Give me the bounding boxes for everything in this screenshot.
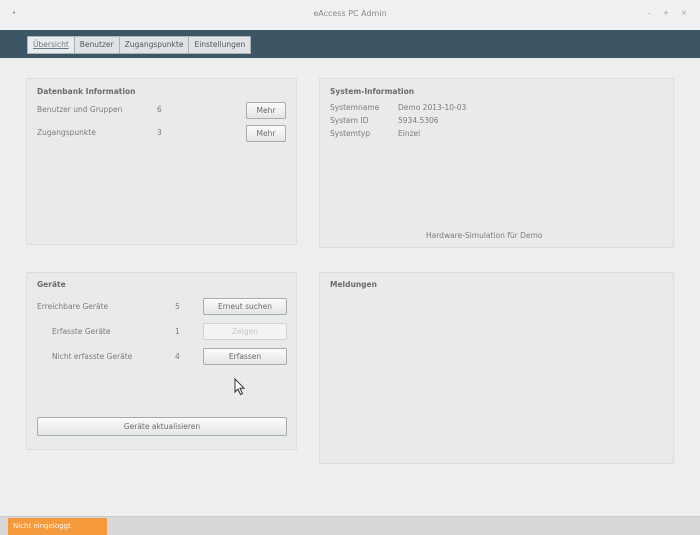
window-controls[interactable]: – + × (647, 9, 692, 17)
db-access-points-label: Zugangspunkte (37, 128, 96, 137)
system-name-value: Demo 2013-10-03 (398, 103, 467, 112)
title-bar: • eAccess PC Admin – + × (0, 0, 700, 30)
system-id-label: System ID (330, 116, 369, 125)
messages-title: Meldungen (330, 280, 377, 289)
db-users-count: 6 (157, 105, 162, 114)
mouse-cursor-icon (234, 378, 246, 396)
tab-settings[interactable]: Einstellungen (189, 37, 250, 53)
db-info-panel: Datenbank Information Benutzer und Grupp… (26, 78, 297, 245)
unregistered-devices-label: Nicht erfasste Geräte (52, 352, 133, 361)
tab-users[interactable]: Benutzer (75, 37, 120, 53)
system-info-panel: System-Information Systemname Demo 2013-… (319, 78, 674, 248)
tab-bar: Übersicht Benutzer Zugangspunkte Einstel… (0, 30, 700, 58)
register-button[interactable]: Erfassen (203, 348, 287, 365)
system-name-label: Systemname (330, 103, 380, 112)
show-button[interactable]: Zeigen (203, 323, 287, 340)
login-status-badge: Nicht eingeloggt (8, 518, 107, 535)
update-devices-button[interactable]: Geräte aktualisieren (37, 417, 287, 436)
users-more-button[interactable]: Mehr (246, 102, 286, 119)
devices-panel: Geräte Erreichbare Geräte 5 Erneut suche… (26, 272, 297, 450)
reachable-devices-label: Erreichbare Geräte (37, 302, 109, 311)
tab-overview[interactable]: Übersicht (28, 37, 75, 53)
access-points-more-button[interactable]: Mehr (246, 125, 286, 142)
db-access-points-count: 3 (157, 128, 162, 137)
system-id-value: 5934.5306 (398, 116, 439, 125)
reachable-devices-count: 5 (175, 302, 180, 311)
registered-devices-label: Erfasste Geräte (52, 327, 111, 336)
system-info-title: System-Information (330, 87, 415, 96)
rescan-button[interactable]: Erneut suchen (203, 298, 287, 315)
registered-devices-count: 1 (175, 327, 180, 336)
main-content: Datenbank Information Benutzer und Grupp… (0, 58, 700, 516)
system-type-label: Systemtyp (330, 129, 371, 138)
devices-title: Geräte (37, 280, 66, 289)
db-users-label: Benutzer und Gruppen (37, 105, 123, 114)
tab-list: Übersicht Benutzer Zugangspunkte Einstel… (27, 36, 252, 54)
system-type-value: Einzel (398, 129, 421, 138)
window-title: eAccess PC Admin (313, 9, 387, 18)
hardware-simulation-note: Hardware-Simulation für Demo (426, 231, 543, 240)
db-info-title: Datenbank Information (37, 87, 136, 96)
unregistered-devices-count: 4 (175, 352, 180, 361)
tab-access-points[interactable]: Zugangspunkte (120, 37, 190, 53)
messages-panel: Meldungen (319, 272, 674, 464)
status-bar: Nicht eingeloggt (0, 516, 700, 535)
